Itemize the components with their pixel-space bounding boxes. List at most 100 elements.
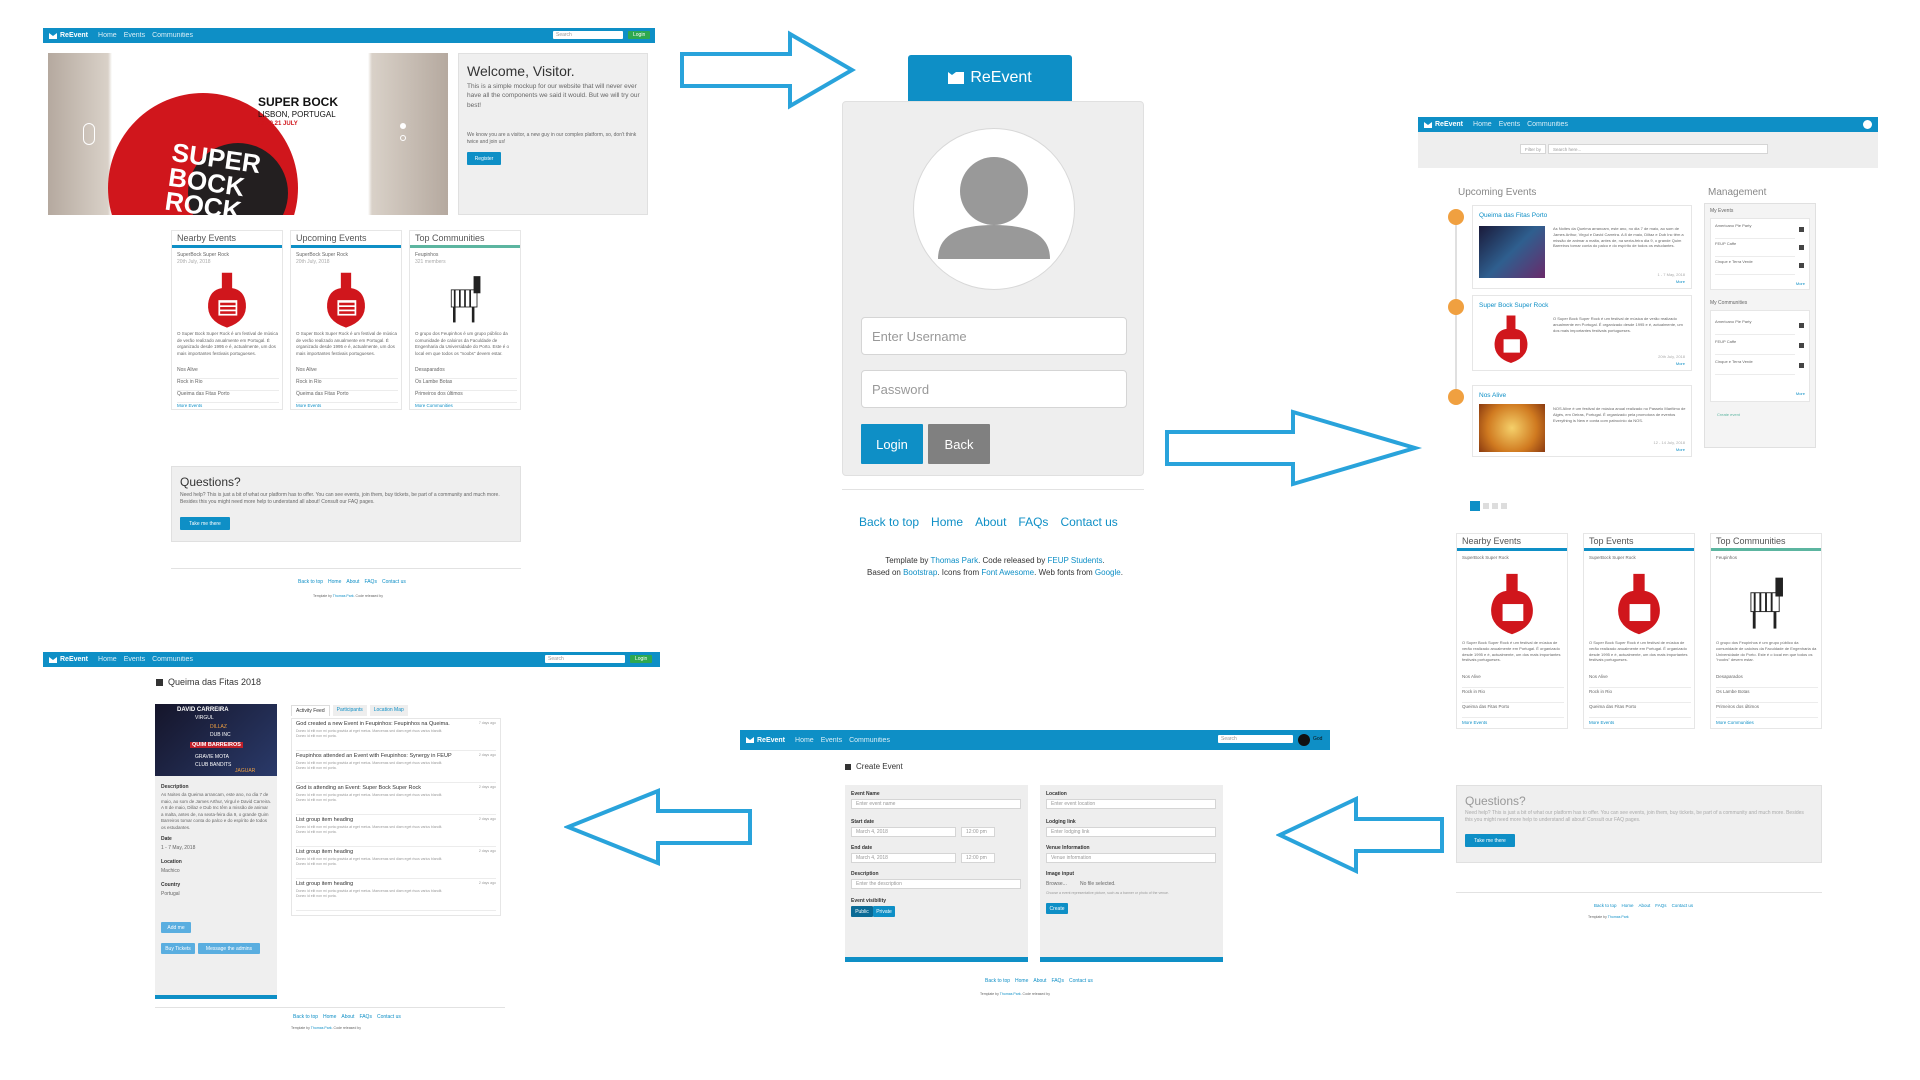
dashboard-search-input[interactable]: Search here... bbox=[1548, 144, 1768, 154]
event-name-input[interactable]: Enter event name bbox=[851, 799, 1021, 809]
footer-back-to-top[interactable]: Back to top bbox=[298, 579, 323, 586]
wrench-icon[interactable] bbox=[1799, 343, 1804, 348]
tab-participants[interactable]: Participants bbox=[332, 705, 367, 716]
nav-events[interactable]: Events bbox=[124, 656, 145, 663]
feed-item[interactable]: List group item heading Donec id elit no… bbox=[296, 881, 496, 911]
card-item-title[interactable]: SuperBock Super Rock bbox=[291, 248, 401, 259]
timeline-item-title[interactable]: Nos Alive bbox=[1479, 391, 1506, 400]
add-me-button[interactable]: Add me bbox=[161, 922, 191, 933]
card-link-2[interactable]: Rock in Rio bbox=[296, 379, 398, 391]
wrench-icon[interactable] bbox=[1799, 363, 1804, 368]
my-event-item[interactable]: Americano Pie Party bbox=[1715, 223, 1795, 239]
card-link-2[interactable]: Rock in Rio bbox=[1462, 689, 1564, 703]
nav-events[interactable]: Events bbox=[821, 737, 842, 744]
description-input[interactable]: Enter the description bbox=[851, 879, 1021, 889]
footer-home[interactable]: Home bbox=[1015, 978, 1028, 985]
buy-tickets-button[interactable]: Buy Tickets bbox=[161, 943, 195, 954]
footer-home[interactable]: Home bbox=[328, 579, 341, 586]
more-link[interactable]: More bbox=[1796, 391, 1805, 397]
timeline-item-title[interactable]: Queima das Fitas Porto bbox=[1479, 211, 1547, 220]
footer-faqs[interactable]: FAQs bbox=[364, 579, 377, 586]
footer-about[interactable]: About bbox=[1639, 903, 1651, 910]
user-avatar-icon[interactable] bbox=[1863, 120, 1872, 129]
footer-contact[interactable]: Contact us bbox=[1069, 978, 1093, 985]
carousel-prev-control[interactable] bbox=[83, 123, 95, 145]
timeline-item-title[interactable]: Super Bock Super Rock bbox=[1479, 301, 1548, 310]
my-community-item[interactable]: Americano Pie Party bbox=[1715, 319, 1795, 335]
nav-communities[interactable]: Communities bbox=[152, 656, 193, 663]
feed-item[interactable]: List group item heading Donec id elit no… bbox=[296, 817, 496, 847]
brand[interactable]: ReEvent bbox=[49, 656, 88, 663]
card-link-3[interactable]: Queima das Fitas Porto bbox=[1462, 704, 1564, 718]
login-nav-button[interactable]: Login bbox=[630, 655, 653, 663]
more-events-link[interactable]: More Events bbox=[1462, 720, 1487, 727]
private-toggle[interactable]: Private bbox=[873, 906, 895, 917]
hero-carousel[interactable]: SUPER BOCK ROCK SUPER BOCK LISBON, PORTU… bbox=[48, 53, 448, 215]
footer-contact[interactable]: Contact us bbox=[1060, 515, 1117, 529]
footer-home[interactable]: Home bbox=[1622, 903, 1634, 910]
more-communities-link[interactable]: More Communities bbox=[415, 403, 453, 410]
footer-back-to-top[interactable]: Back to top bbox=[293, 1014, 318, 1021]
more-events-link[interactable]: More Events bbox=[177, 403, 202, 410]
wrench-icon[interactable] bbox=[1799, 263, 1804, 268]
carousel-indicator-1[interactable] bbox=[400, 123, 406, 129]
more-link[interactable]: More bbox=[1796, 281, 1805, 287]
card-link-3[interactable]: Primeiros dos últimos bbox=[415, 391, 517, 403]
footer-home[interactable]: Home bbox=[323, 1014, 336, 1021]
nav-home[interactable]: Home bbox=[98, 656, 117, 663]
card-link-3[interactable]: Queima das Fitas Porto bbox=[296, 391, 398, 403]
more-events-link[interactable]: More Events bbox=[296, 403, 321, 410]
my-community-item[interactable]: FEUP Caffe bbox=[1715, 339, 1795, 355]
my-community-item[interactable]: Cinque e Terra Verde bbox=[1715, 359, 1795, 375]
footer-faqs[interactable]: FAQs bbox=[1655, 903, 1666, 910]
card-item-title[interactable]: Feupinhos bbox=[410, 248, 520, 259]
search-input[interactable]: Search bbox=[545, 655, 625, 663]
tab-activity-feed[interactable]: Activity Feed bbox=[291, 705, 330, 716]
login-button[interactable]: Login bbox=[861, 424, 923, 464]
public-toggle[interactable]: Public bbox=[851, 906, 873, 917]
venue-input[interactable]: Venue information bbox=[1046, 853, 1216, 863]
nav-home[interactable]: Home bbox=[98, 32, 117, 39]
card-link-2[interactable]: Rock in Rio bbox=[177, 379, 279, 391]
create-button[interactable]: Create bbox=[1046, 903, 1068, 914]
feed-item[interactable]: Feupinhos attended an Event with Feupinh… bbox=[296, 753, 496, 783]
user-name[interactable]: God bbox=[1313, 736, 1322, 742]
timeline-more-link[interactable]: More bbox=[1676, 279, 1685, 285]
search-input[interactable]: Search bbox=[1218, 735, 1293, 743]
card-link-1[interactable]: Nos Alive bbox=[177, 367, 279, 379]
register-button[interactable]: Register bbox=[467, 152, 501, 165]
footer-contact[interactable]: Contact us bbox=[377, 1014, 401, 1021]
footer-home[interactable]: Home bbox=[931, 515, 963, 529]
tab-location-map[interactable]: Location Map bbox=[369, 705, 408, 716]
card-link-2[interactable]: Os Lambe Botas bbox=[1716, 689, 1818, 703]
page-1[interactable] bbox=[1470, 501, 1480, 511]
nav-communities[interactable]: Communities bbox=[152, 32, 193, 39]
search-input[interactable]: Search bbox=[553, 31, 623, 39]
brand[interactable]: ReEvent bbox=[1424, 121, 1463, 128]
card-link-2[interactable]: Os Lambe Botas bbox=[415, 379, 517, 391]
card-link-3[interactable]: Queima das Fitas Porto bbox=[1589, 704, 1691, 718]
message-admins-button[interactable]: Message the admins bbox=[198, 943, 260, 954]
card-link-1[interactable]: Nos Alive bbox=[296, 367, 398, 379]
password-input[interactable]: Password bbox=[861, 370, 1127, 408]
card-link-3[interactable]: Queima das Fitas Porto bbox=[177, 391, 279, 403]
footer-about[interactable]: About bbox=[1033, 978, 1046, 985]
end-date-input[interactable]: March 4, 2018 bbox=[851, 853, 956, 863]
footer-about[interactable]: About bbox=[975, 515, 1006, 529]
footer-contact[interactable]: Contact us bbox=[382, 579, 406, 586]
brand[interactable]: ReEvent bbox=[49, 32, 88, 39]
nav-home[interactable]: Home bbox=[1473, 121, 1492, 128]
footer-faqs[interactable]: FAQs bbox=[359, 1014, 372, 1021]
footer-back-to-top[interactable]: Back to top bbox=[1594, 903, 1617, 910]
user-avatar-icon[interactable] bbox=[1298, 734, 1310, 746]
card-link-1[interactable]: Nos Alive bbox=[1462, 674, 1564, 688]
footer-about[interactable]: About bbox=[346, 579, 359, 586]
footer-back-to-top[interactable]: Back to top bbox=[985, 978, 1010, 985]
card-link-3[interactable]: Primeiros dos últimos bbox=[1716, 704, 1818, 718]
feed-item[interactable]: God is attending an Event: Super Bock Su… bbox=[296, 785, 496, 815]
page-2[interactable] bbox=[1483, 503, 1489, 509]
nav-events[interactable]: Events bbox=[124, 32, 145, 39]
wrench-icon[interactable] bbox=[1799, 227, 1804, 232]
wrench-icon[interactable] bbox=[1799, 323, 1804, 328]
footer-faqs[interactable]: FAQs bbox=[1018, 515, 1048, 529]
